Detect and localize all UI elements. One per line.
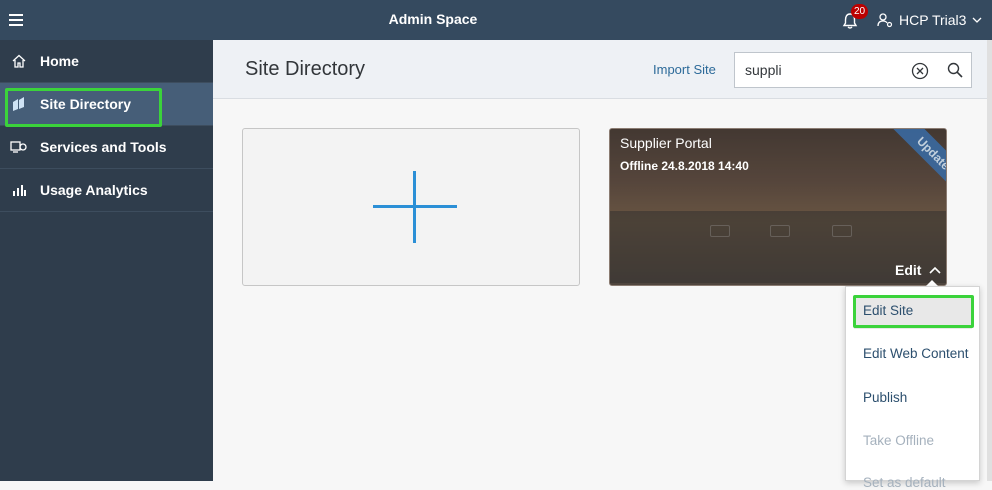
analytics-icon	[10, 181, 28, 199]
import-site-link[interactable]: Import Site	[653, 62, 716, 77]
menu-item-set-as-default: Set as default	[863, 475, 946, 490]
clear-icon[interactable]	[911, 62, 929, 80]
sidebar: Home Site Directory Services and Tools U…	[0, 40, 213, 481]
user-menu[interactable]: HCP Trial3	[877, 11, 988, 29]
menu-item-edit-site[interactable]: Edit Site	[863, 303, 913, 318]
app-title: Admin Space	[388, 11, 478, 27]
shell-bar: Admin Space 20 HCP Trial3	[0, 0, 992, 40]
notification-badge: 20	[851, 4, 868, 19]
site-tile[interactable]: Updated Supplier Portal Offline 24.8.201…	[609, 128, 947, 286]
sidebar-item-home[interactable]: Home	[0, 40, 213, 83]
chevron-down-icon	[972, 17, 982, 23]
edit-menu-button[interactable]: Edit	[895, 262, 942, 278]
sidebar-item-label: Site Directory	[40, 96, 132, 112]
sidebar-item-label: Usage Analytics	[40, 182, 148, 198]
site-directory-icon	[10, 95, 28, 113]
chevron-up-icon	[929, 266, 942, 274]
site-status: Offline 24.8.2018 14:40	[620, 159, 749, 173]
search-input[interactable]: suppli	[745, 62, 782, 78]
sidebar-item-label: Home	[40, 53, 79, 69]
page-header: Site Directory Import Site suppli	[213, 40, 992, 99]
page-scrollbar[interactable]	[987, 40, 992, 481]
sidebar-item-site-directory[interactable]: Site Directory	[0, 83, 213, 126]
user-name: HCP Trial3	[899, 12, 967, 28]
user-settings-icon	[877, 13, 893, 28]
site-name: Supplier Portal	[620, 135, 712, 151]
sidebar-item-label: Services and Tools	[40, 139, 167, 155]
search-field[interactable]: suppli	[734, 52, 972, 88]
search-icon[interactable]	[947, 62, 963, 78]
plus-icon-vertical	[413, 171, 416, 243]
services-icon	[10, 138, 28, 156]
home-icon	[10, 52, 28, 70]
edit-dropdown-menu: Edit Site Edit Web Content Publish Take …	[845, 286, 980, 490]
sidebar-item-usage-analytics[interactable]: Usage Analytics	[0, 169, 213, 212]
page-title: Site Directory	[245, 58, 366, 80]
menu-item-take-offline: Take Offline	[863, 433, 935, 448]
menu-item-edit-web-content[interactable]: Edit Web Content	[863, 346, 969, 361]
create-site-tile[interactable]	[242, 128, 580, 286]
menu-item-publish[interactable]: Publish	[863, 390, 907, 405]
sidebar-item-services-and-tools[interactable]: Services and Tools	[0, 126, 213, 169]
edit-label: Edit	[895, 262, 922, 278]
